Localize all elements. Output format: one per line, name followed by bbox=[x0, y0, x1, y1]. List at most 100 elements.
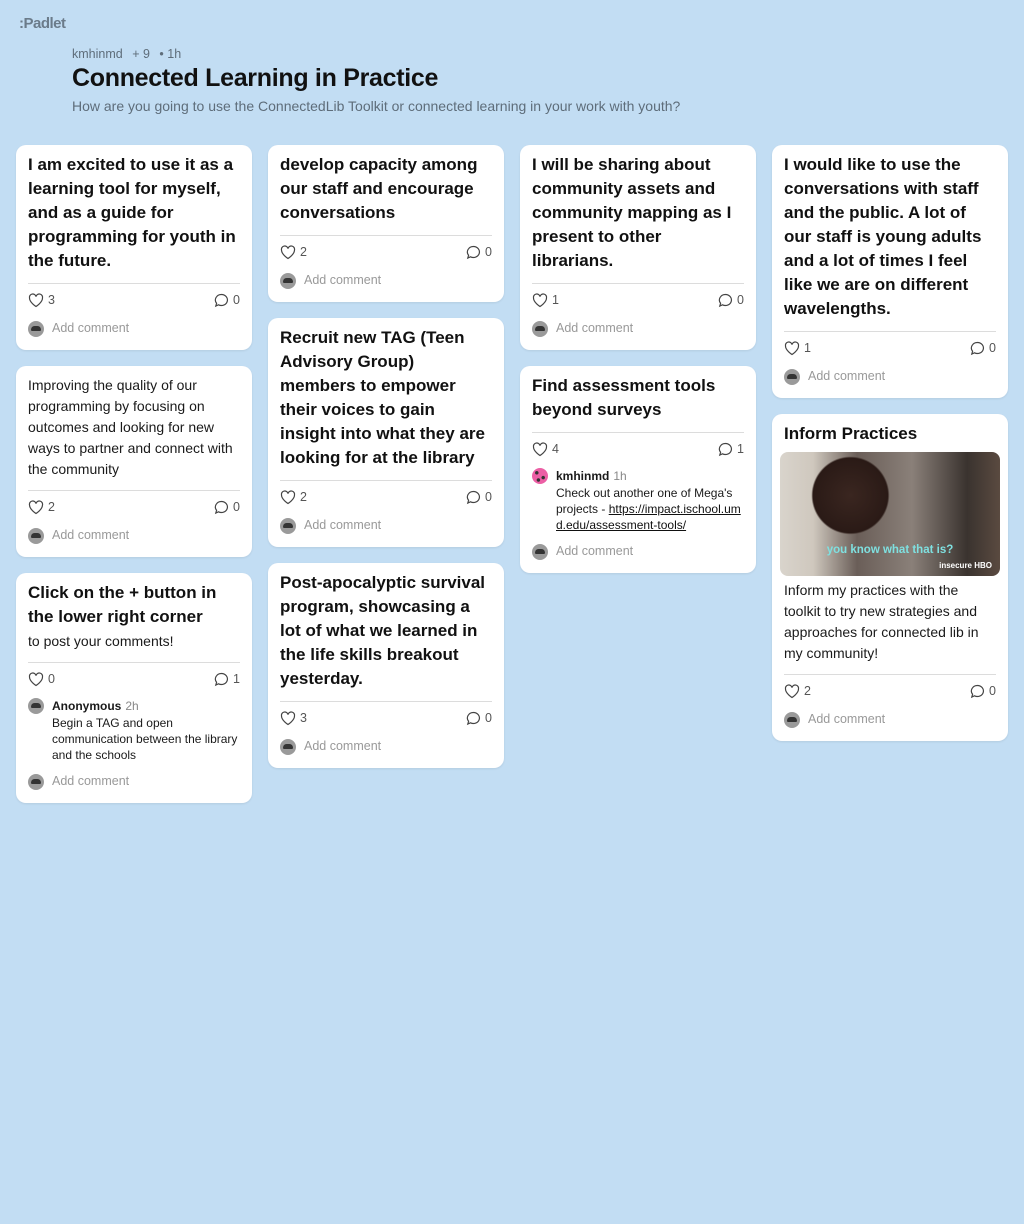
comments-button[interactable]: 1 bbox=[718, 442, 744, 457]
heart-icon bbox=[532, 441, 548, 457]
comment: kmhinmd 1h Check out another one of Mega's… bbox=[532, 467, 744, 533]
contributors-count: + 9 bbox=[132, 47, 150, 61]
reactions-row: 10 bbox=[532, 284, 744, 316]
reactions-row: 20 bbox=[784, 675, 996, 707]
heart-icon bbox=[532, 292, 548, 308]
board-author[interactable]: kmhinmd bbox=[72, 47, 123, 61]
post-title: Post-apocalyptic survival program, showc… bbox=[280, 573, 486, 688]
add-comment-button[interactable]: Add comment bbox=[280, 734, 492, 758]
add-comment-button[interactable]: Add comment bbox=[532, 316, 744, 340]
comments-button[interactable]: 0 bbox=[970, 341, 996, 356]
post-gif-image[interactable]: you know what that is? insecure HBO bbox=[780, 452, 1000, 576]
add-comment-label: Add comment bbox=[808, 369, 886, 383]
post-card[interactable]: develop capacity among our staff and enc… bbox=[268, 145, 504, 302]
add-comment-button[interactable]: Add comment bbox=[532, 539, 744, 563]
comment-count: 1 bbox=[737, 442, 744, 456]
gif-watermark: insecure HBO bbox=[939, 561, 992, 570]
like-button[interactable]: 3 bbox=[28, 292, 55, 308]
like-button[interactable]: 3 bbox=[280, 710, 307, 726]
like-button[interactable]: 1 bbox=[784, 340, 811, 356]
add-comment-label: Add comment bbox=[808, 712, 886, 726]
heart-icon bbox=[280, 244, 296, 260]
post-title: Find assessment tools beyond surveys bbox=[532, 376, 716, 419]
comments-button[interactable]: 0 bbox=[718, 293, 744, 308]
like-button[interactable]: 2 bbox=[280, 244, 307, 260]
add-comment-label: Add comment bbox=[304, 739, 382, 753]
column: I will be sharing about community assets… bbox=[520, 145, 756, 803]
add-comment-button[interactable]: Add comment bbox=[280, 513, 492, 537]
comment-author[interactable]: Anonymous bbox=[52, 699, 121, 713]
comments-button[interactable]: 0 bbox=[214, 500, 240, 515]
comments-button[interactable]: 0 bbox=[214, 293, 240, 308]
heart-icon bbox=[784, 683, 800, 699]
comment-count: 0 bbox=[989, 341, 996, 355]
like-count: 3 bbox=[48, 293, 55, 307]
post-card[interactable]: Find assessment tools beyond surveys 4 1 km… bbox=[520, 366, 756, 573]
post-card[interactable]: I am excited to use it as a learning too… bbox=[16, 145, 252, 350]
comments-button[interactable]: 0 bbox=[466, 245, 492, 260]
board-meta: kmhinmd + 9 • 1h bbox=[72, 47, 187, 61]
user-avatar bbox=[28, 773, 44, 790]
add-comment-button[interactable]: Add comment bbox=[28, 769, 240, 793]
reactions-row: 01 bbox=[28, 663, 240, 695]
page-subtitle: How are you going to use the ConnectedLi… bbox=[72, 98, 681, 114]
like-button[interactable]: 2 bbox=[28, 499, 55, 515]
post-card[interactable]: Inform Practices you know what that is? in… bbox=[772, 414, 1008, 741]
like-button[interactable]: 4 bbox=[532, 441, 559, 457]
post-card[interactable]: Post-apocalyptic survival program, showc… bbox=[268, 563, 504, 768]
comments-button[interactable]: 1 bbox=[214, 672, 240, 687]
like-button[interactable]: 2 bbox=[280, 489, 307, 505]
comments-button[interactable]: 0 bbox=[970, 684, 996, 699]
user-avatar bbox=[532, 320, 548, 337]
add-comment-button[interactable]: Add comment bbox=[28, 316, 240, 340]
post-body: to post your comments! bbox=[28, 633, 174, 649]
column: develop capacity among our staff and enc… bbox=[268, 145, 504, 803]
comment-count: 0 bbox=[233, 500, 240, 514]
heart-icon bbox=[784, 340, 800, 356]
reactions-row: 20 bbox=[280, 236, 492, 268]
comment-count: 0 bbox=[485, 490, 492, 504]
comment-author[interactable]: kmhinmd bbox=[556, 469, 609, 483]
post-card[interactable]: Click on the + button in the lower right… bbox=[16, 573, 252, 803]
add-comment-button[interactable]: Add comment bbox=[28, 523, 240, 547]
like-count: 1 bbox=[552, 293, 559, 307]
add-comment-label: Add comment bbox=[304, 518, 382, 532]
heart-icon bbox=[28, 499, 44, 515]
reactions-row: 10 bbox=[784, 332, 996, 364]
post-card[interactable]: Recruit new TAG (Teen Advisory Group) me… bbox=[268, 318, 504, 547]
like-count: 2 bbox=[48, 500, 55, 514]
comment-count: 1 bbox=[233, 672, 240, 686]
add-comment-button[interactable]: Add comment bbox=[784, 707, 996, 731]
user-avatar bbox=[784, 711, 800, 728]
comment: Anonymous 2h Begin a TAG and open communic… bbox=[28, 697, 240, 763]
add-comment-button[interactable]: Add comment bbox=[784, 364, 996, 388]
add-comment-button[interactable]: Add comment bbox=[280, 268, 492, 292]
user-avatar bbox=[28, 527, 44, 544]
comment-count: 0 bbox=[233, 293, 240, 307]
column: I am excited to use it as a learning too… bbox=[16, 145, 252, 803]
like-button[interactable]: 2 bbox=[784, 683, 811, 699]
like-button[interactable]: 1 bbox=[532, 292, 559, 308]
post-body: Inform my practices with the toolkit to … bbox=[784, 582, 979, 661]
column: I would like to use the conversations wi… bbox=[772, 145, 1008, 803]
comment-icon bbox=[718, 293, 733, 308]
add-comment-label: Add comment bbox=[556, 321, 634, 335]
post-body: Improving the quality of our programming… bbox=[28, 377, 233, 477]
comment-time: 2h bbox=[125, 699, 139, 713]
post-card[interactable]: I will be sharing about community assets… bbox=[520, 145, 756, 350]
post-card[interactable]: Improving the quality of our programming… bbox=[16, 366, 252, 557]
comment-icon bbox=[466, 490, 481, 505]
heart-icon bbox=[280, 710, 296, 726]
comments-button[interactable]: 0 bbox=[466, 711, 492, 726]
comment-count: 0 bbox=[485, 245, 492, 259]
comment-icon bbox=[718, 442, 733, 457]
like-button[interactable]: 0 bbox=[28, 671, 55, 687]
add-comment-label: Add comment bbox=[52, 321, 130, 335]
comments-button[interactable]: 0 bbox=[466, 490, 492, 505]
comment-icon bbox=[970, 684, 985, 699]
padlet-logo[interactable]: :Padlet bbox=[19, 15, 66, 32]
page-title: Connected Learning in Practice bbox=[72, 64, 439, 92]
post-card[interactable]: I would like to use the conversations wi… bbox=[772, 145, 1008, 398]
comment-icon bbox=[214, 500, 229, 515]
add-comment-label: Add comment bbox=[304, 273, 382, 287]
